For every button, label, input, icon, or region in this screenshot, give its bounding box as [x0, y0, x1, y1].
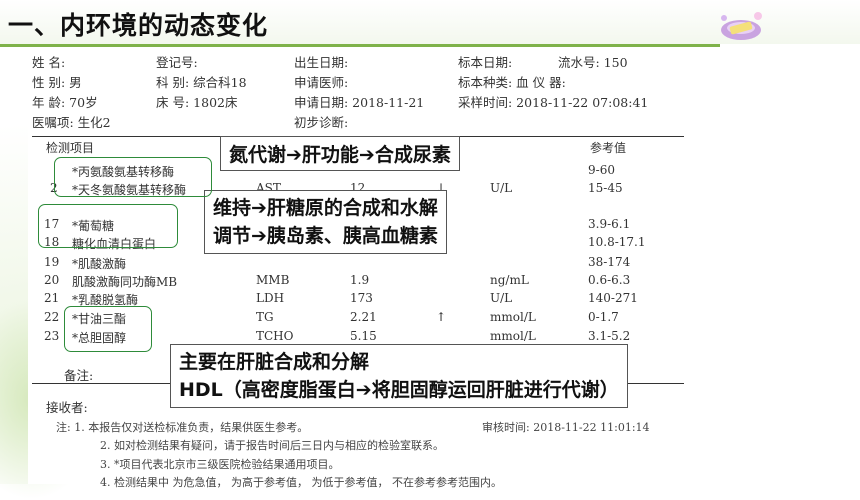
table-row-unit: mmol/L — [490, 329, 536, 343]
table-row-value: 2.21 — [350, 310, 377, 324]
highlight-glucose — [38, 204, 178, 248]
report-header-field: 初步诊断: — [294, 115, 349, 130]
callout-glucose-line2: 调节➔胰岛素、胰高血糖素 — [213, 225, 438, 247]
report-header-field: 出生日期: — [294, 55, 349, 70]
table-row-number: 20 — [44, 273, 60, 287]
report-header-field: 姓 名: — [32, 55, 66, 70]
table-row-number: 23 — [44, 329, 60, 343]
report-header-field: 性 别: 男 — [32, 75, 82, 90]
table-row-reference: 3.9-6.1 — [588, 217, 631, 231]
column-header-item: 检测项目 — [46, 141, 95, 155]
column-header-reference: 参考值 — [590, 141, 627, 155]
table-row-abbr: TCHO — [256, 329, 294, 343]
table-row-reference: 15-45 — [588, 181, 623, 195]
table-row-reference: 0-1.7 — [588, 310, 619, 324]
table-row-number: 21 — [44, 291, 60, 305]
receiver-label: 接收者: — [46, 400, 88, 415]
report-header-field: 申请日期: 2018-11-21 — [294, 95, 425, 110]
remark-label: 备注: — [64, 368, 94, 383]
table-row-reference: 3.1-5.2 — [588, 329, 631, 343]
report-header-field: 采样时间: 2018-11-22 07:08:41 — [458, 95, 649, 110]
report-note: 注: 1. 本报告仅对送检标准负责，结果供医生参考。 — [56, 421, 309, 434]
report-header-field: 流水号: 150 — [558, 55, 628, 70]
callout-lipid-line1: 主要在肝脏合成和分解 — [179, 351, 370, 373]
table-row-flag: ↑ — [436, 310, 447, 324]
report-note: 3. *项目代表北京市三级医院检验结果通用项目。 — [100, 458, 340, 471]
report-header-field: 标本日期: — [458, 55, 513, 70]
report-header-field: 标本种类: 血 仪 器: — [458, 75, 566, 90]
highlight-lipids — [64, 306, 152, 352]
table-row-value: 5.15 — [350, 329, 377, 343]
table-row-value: 173 — [350, 291, 373, 305]
table-row-value: 1.9 — [350, 273, 370, 287]
table-row-number: 19 — [44, 255, 60, 269]
slide-title: 一、内环境的动态变化 — [8, 11, 269, 40]
table-row-abbr: MMB — [256, 273, 290, 287]
table-row-unit: U/L — [490, 181, 513, 195]
table-row-name: 肌酸激酶同功酶MB — [72, 275, 178, 289]
callout-glucose-regulation: 维持➔肝糖原的合成和水解 调节➔胰岛素、胰高血糖素 — [204, 190, 447, 254]
callout-lipid-metabolism: 主要在肝脏合成和分解 HDL（高密度脂蛋白➔将胆固醇运回肝脏进行代谢） — [170, 344, 628, 408]
callout-glucose-line1: 维持➔肝糖原的合成和水解 — [213, 197, 438, 219]
report-header-field: 医嘱项: 生化2 — [32, 115, 111, 130]
report-header-field: 床 号: 1802床 — [156, 95, 238, 110]
table-row-abbr: TG — [256, 310, 274, 324]
table-row-name: *肌酸激酶 — [72, 257, 127, 271]
highlight-liver-enzymes — [54, 157, 212, 197]
callout-nitrogen-metabolism: 氮代谢➔肝功能➔合成尿素 — [220, 136, 460, 171]
report-note: 4. 检测结果中 为危急值， 为高于参考值， 为低于参考值， 不在参考参考范围内… — [100, 476, 502, 489]
report-note: 2. 如对检测结果有疑问，请于报告时间后三日内与相应的检验室联系。 — [100, 439, 444, 452]
report-header-field: 登记号: — [156, 55, 198, 70]
table-row-unit: ng/mL — [490, 273, 529, 287]
report-header-field: 年 龄: 70岁 — [32, 95, 98, 110]
table-row-unit: mmol/L — [490, 310, 536, 324]
table-row-abbr: LDH — [256, 291, 285, 305]
callout-nitrogen-text: 氮代谢➔肝功能➔合成尿素 — [229, 144, 451, 166]
table-row-number: 22 — [44, 310, 60, 324]
decorative-logo-icon — [721, 12, 762, 40]
callout-lipid-line2: HDL（高密度脂蛋白➔将胆固醇运回肝脏进行代谢） — [179, 379, 619, 401]
lab-report-sheet: 姓 名: 登记号: 出生日期: 标本日期: 流水号: 150 性 别: 男 科 别: 综合科… — [28, 47, 690, 489]
table-row-reference: 140-271 — [588, 291, 638, 305]
table-row-unit: U/L — [490, 291, 513, 305]
table-row-reference: 38-174 — [588, 255, 631, 269]
table-row-reference: 10.8-17.1 — [588, 235, 646, 249]
review-time: 审核时间: 2018-11-22 11:01:14 — [482, 421, 650, 434]
report-header-field: 科 别: 综合科18 — [156, 75, 247, 90]
table-row-reference: 0.6-6.3 — [588, 273, 631, 287]
report-header-field: 申请医师: — [294, 75, 349, 90]
table-row-reference: 9-60 — [588, 163, 615, 177]
